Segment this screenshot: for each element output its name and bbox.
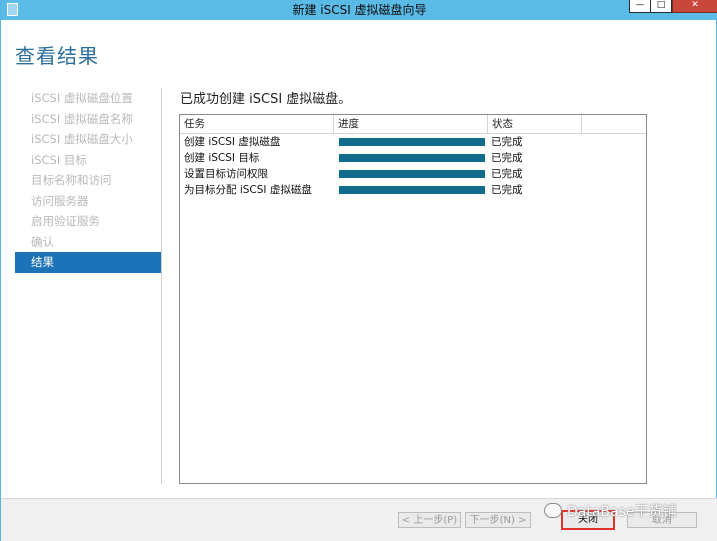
table-row: 创建 iSCSI 虚拟磁盘 已完成 xyxy=(180,134,646,150)
wechat-icon xyxy=(544,503,562,518)
column-header-progress[interactable]: 进度 xyxy=(334,115,488,133)
task-cell: 创建 iSCSI 目标 xyxy=(184,152,260,164)
column-header-blank[interactable] xyxy=(582,115,646,133)
progress-fill xyxy=(339,138,485,146)
table-row: 创建 iSCSI 目标 已完成 xyxy=(180,150,646,166)
column-header-status[interactable]: 状态 xyxy=(488,115,582,133)
progress-bar xyxy=(339,170,485,178)
table-row: 为目标分配 iSCSI 虚拟磁盘 已完成 xyxy=(180,182,646,198)
nav-item-disk-name: iSCSI 虚拟磁盘名称 xyxy=(31,111,133,126)
title-bar[interactable]: 新建 iSCSI 虚拟磁盘向导 — □ ✕ xyxy=(1,0,717,20)
nav-item-disk-size: iSCSI 虚拟磁盘大小 xyxy=(31,132,133,146)
task-cell: 为目标分配 iSCSI 虚拟磁盘 xyxy=(184,184,312,196)
nav-item-target-name-access: 目标名称和访问 xyxy=(31,173,112,187)
status-cell: 已完成 xyxy=(491,168,523,180)
table-row: 设置目标访问权限 已完成 xyxy=(180,166,646,182)
nav-divider xyxy=(161,88,162,484)
task-cell: 设置目标访问权限 xyxy=(184,168,268,180)
page-title: 查看结果 xyxy=(15,44,99,68)
status-cell: 已完成 xyxy=(491,184,523,196)
wizard-window: 新建 iSCSI 虚拟磁盘向导 — □ ✕ 查看结果 iSCSI 虚拟磁盘位置 … xyxy=(0,0,717,541)
progress-bar xyxy=(339,186,485,194)
status-cell: 已完成 xyxy=(491,152,523,164)
progress-fill xyxy=(339,154,485,162)
maximize-button[interactable]: □ xyxy=(650,0,672,13)
progress-fill xyxy=(339,170,485,178)
task-cell: 创建 iSCSI 虚拟磁盘 xyxy=(184,136,281,148)
nav-item-iscsi-target: iSCSI 目标 xyxy=(31,152,87,167)
table-header: 任务 进度 状态 xyxy=(180,115,646,134)
wizard-steps-nav: iSCSI 虚拟磁盘位置 iSCSI 虚拟磁盘名称 iSCSI 虚拟磁盘大小 i… xyxy=(15,88,161,273)
progress-bar xyxy=(339,138,485,146)
progress-bar xyxy=(339,154,485,162)
results-table: 任务 进度 状态 创建 iSCSI 虚拟磁盘 已完成 创建 iSCSI 目标 已… xyxy=(179,114,647,484)
nav-item-disk-location: iSCSI 虚拟磁盘位置 xyxy=(31,91,133,105)
next-button[interactable]: 下一步(N) > xyxy=(465,512,531,528)
column-header-task[interactable]: 任务 xyxy=(180,115,334,133)
previous-button[interactable]: < 上一步(P) xyxy=(398,512,461,528)
progress-fill xyxy=(339,186,485,194)
nav-item-enable-auth: 启用验证服务 xyxy=(31,214,100,228)
window-title: 新建 iSCSI 虚拟磁盘向导 xyxy=(292,3,427,17)
nav-item-confirm: 确认 xyxy=(31,234,54,249)
minimize-button[interactable]: — xyxy=(629,0,651,13)
close-window-button[interactable]: ✕ xyxy=(672,0,717,13)
result-heading: 已成功创建 iSCSI 虚拟磁盘。 xyxy=(180,92,352,107)
status-cell: 已完成 xyxy=(491,136,523,148)
nav-item-results[interactable]: 结果 xyxy=(15,252,161,273)
nav-item-access-servers: 访问服务器 xyxy=(31,193,89,208)
watermark-text: DataBase干货铺 xyxy=(567,504,677,520)
